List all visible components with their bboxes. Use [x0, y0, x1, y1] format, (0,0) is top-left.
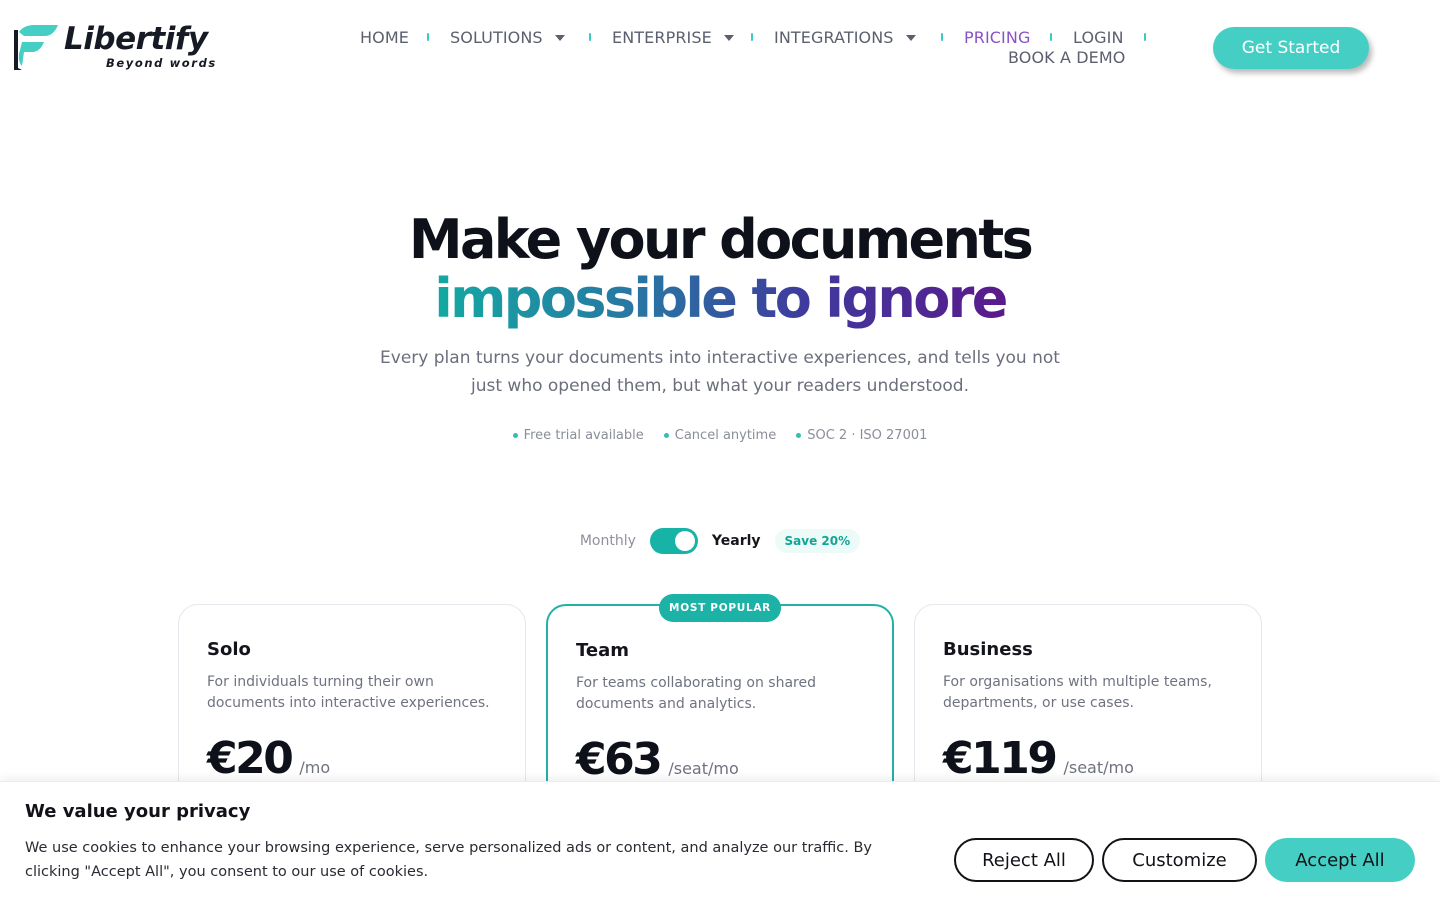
nav-integrations-label: INTEGRATIONS: [774, 28, 894, 47]
plan-name: Solo: [207, 639, 251, 660]
bullet-dot-icon: [512, 433, 518, 438]
billing-toggle[interactable]: [649, 528, 698, 554]
billing-period-switch: Monthly Yearly Save 20%: [0, 528, 1440, 554]
cookie-title: We value your privacy: [25, 801, 251, 822]
plan-price: €119 /seat/mo: [943, 733, 1134, 784]
price-amount: €119: [943, 733, 1058, 784]
nav-enterprise[interactable]: ENTERPRISE: [612, 28, 734, 47]
toggle-knob: [674, 531, 695, 551]
nav-separator: [941, 33, 943, 41]
libertify-logo-icon: [14, 25, 58, 70]
nav-separator: [751, 33, 753, 41]
badge-free-trial: Free trial available: [512, 428, 644, 443]
badge-label: Free trial available: [523, 428, 644, 443]
cookie-text: We use cookies to enhance your browsing …: [25, 840, 872, 880]
accept-all-button[interactable]: Accept All: [1265, 838, 1415, 882]
billing-monthly-label[interactable]: Monthly: [580, 533, 636, 549]
get-started-button[interactable]: Get Started: [1213, 27, 1369, 69]
hero-title-line1: Make your documents: [408, 208, 1034, 271]
reject-all-button[interactable]: Reject All: [954, 838, 1094, 882]
caret-down-icon: [554, 34, 565, 41]
brand-tagline: Beyond words: [106, 56, 217, 70]
badge-cancel-anytime: Cancel anytime: [663, 428, 777, 443]
bullet-dot-icon: [796, 433, 802, 438]
hero-subtitle: Every plan turns your documents into int…: [380, 348, 1060, 396]
nav-solutions-label: SOLUTIONS: [450, 28, 543, 47]
nav-separator: [589, 33, 591, 41]
customize-button[interactable]: Customize: [1102, 838, 1257, 882]
plan-description: For teams collaborating on shared docume…: [576, 675, 816, 712]
price-unit: /mo: [299, 758, 331, 777]
caret-down-icon: [723, 34, 734, 41]
badge-label: Cancel anytime: [674, 428, 777, 443]
hero-title-line2: impossible to ignore: [0, 269, 1440, 329]
brand-name: Libertify: [64, 21, 208, 57]
badge-label: SOC 2 · ISO 27001: [807, 428, 928, 443]
most-popular-badge: MOST POPULAR: [659, 594, 781, 622]
price-unit: /seat/mo: [668, 759, 739, 778]
cookie-consent-banner: We value your privacy We use cookies to …: [0, 781, 1440, 900]
hero-title-highlight: impossible to ignore: [434, 267, 1008, 330]
bullet-dot-icon: [663, 433, 669, 438]
nav-home[interactable]: HOME: [360, 28, 409, 47]
plan-description: For organisations with multiple teams, d…: [943, 674, 1212, 711]
plan-price: €63 /seat/mo: [576, 734, 739, 785]
nav-enterprise-label: ENTERPRISE: [612, 28, 712, 47]
price-amount: €63: [576, 734, 663, 785]
plan-name: Team: [576, 640, 629, 661]
site-header: Libertify Beyond words HOME SOLUTIONS EN…: [0, 0, 1440, 100]
nav-login[interactable]: LOGIN: [1073, 28, 1124, 47]
nav-separator: [1050, 33, 1052, 41]
billing-yearly-label[interactable]: Yearly: [712, 533, 761, 549]
trust-badges: Free trial available Cancel anytime SOC …: [0, 428, 1440, 443]
nav-pricing[interactable]: PRICING: [964, 28, 1030, 47]
nav-integrations[interactable]: INTEGRATIONS: [774, 28, 916, 47]
save-badge: Save 20%: [774, 529, 861, 553]
nav-separator: [1144, 33, 1146, 41]
plan-name: Business: [943, 639, 1033, 660]
nav-solutions[interactable]: SOLUTIONS: [450, 28, 565, 47]
plan-price: €20 /mo: [207, 733, 330, 784]
brand-logo[interactable]: Libertify Beyond words: [10, 22, 217, 72]
price-amount: €20: [207, 733, 294, 784]
plan-description: For individuals turning their own docume…: [207, 674, 490, 711]
nav-separator: [427, 33, 429, 41]
badge-compliance: SOC 2 · ISO 27001: [796, 428, 927, 443]
caret-down-icon: [905, 34, 916, 41]
nav-book-demo[interactable]: BOOK A DEMO: [1008, 48, 1125, 67]
price-unit: /seat/mo: [1063, 758, 1134, 777]
